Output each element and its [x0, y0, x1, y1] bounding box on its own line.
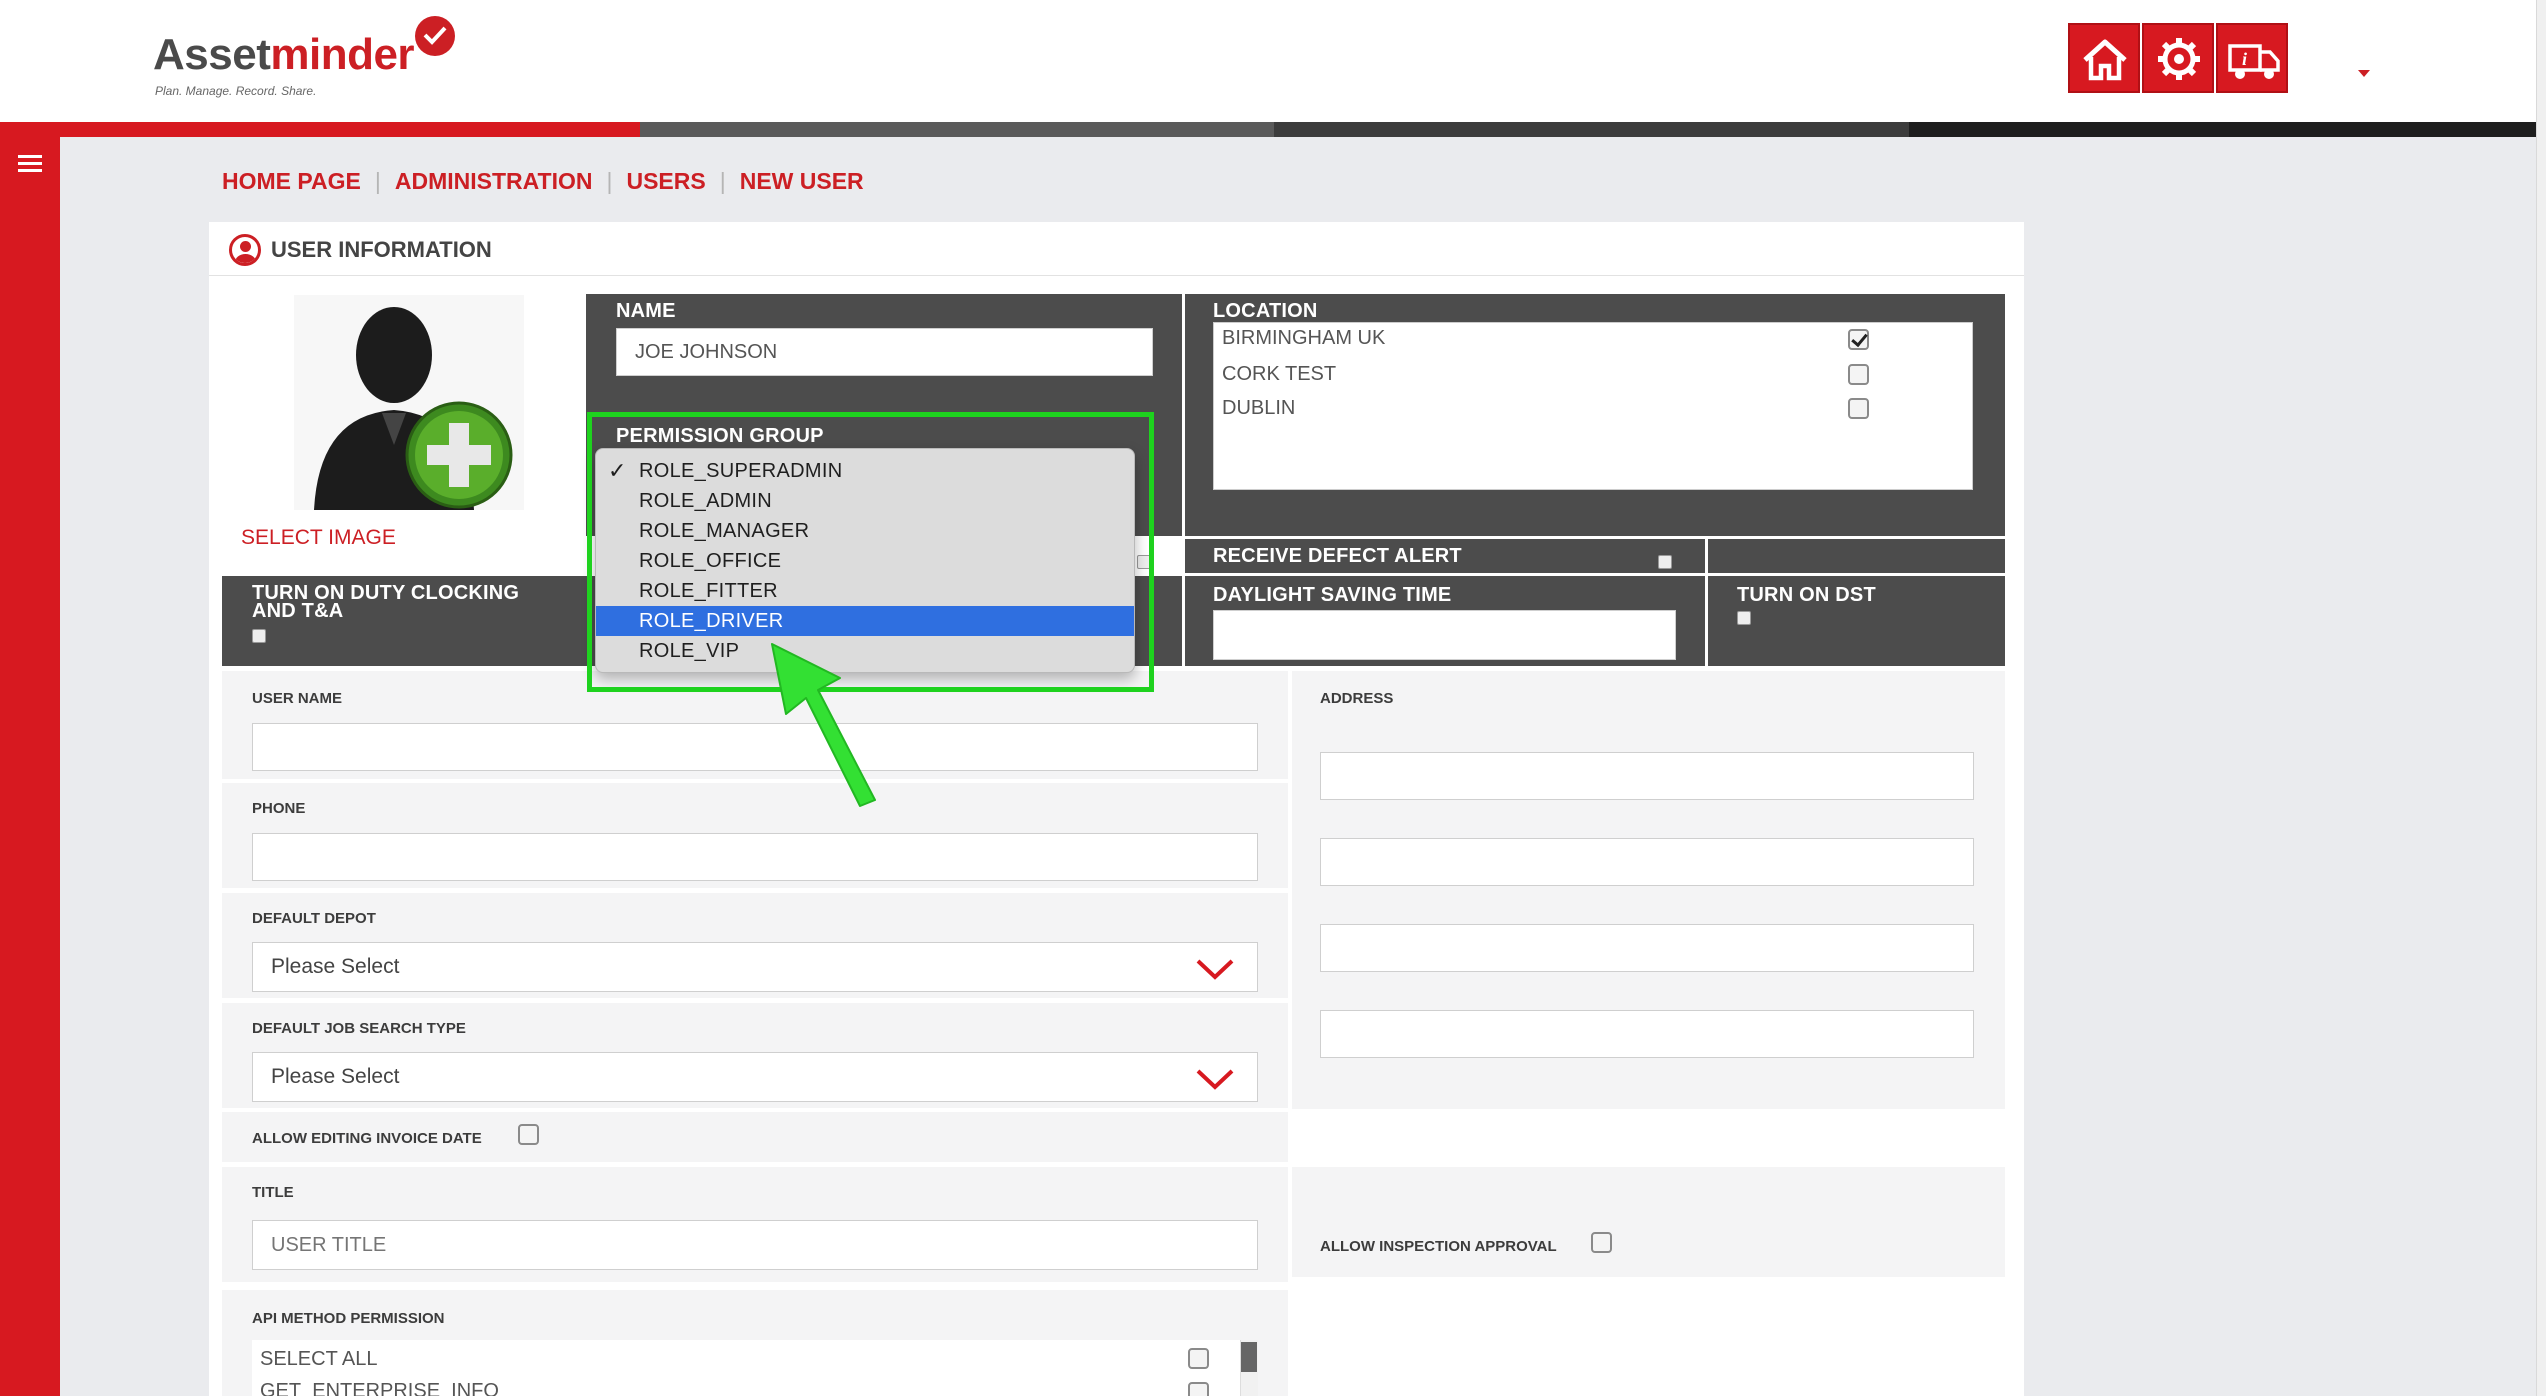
title-input[interactable] [252, 1220, 1258, 1270]
phone-input[interactable] [252, 833, 1258, 881]
location-dublin-checkbox[interactable] [1848, 398, 1869, 419]
location-cork-checkbox[interactable] [1848, 364, 1869, 385]
avatar-upload[interactable] [224, 295, 581, 510]
home-icon [2083, 39, 2127, 81]
breadcrumb-home[interactable]: HOME PAGE [222, 168, 361, 195]
location-birmingham-checkbox[interactable] [1848, 329, 1869, 350]
location-item: DUBLIN [1222, 397, 1296, 419]
select-image-link[interactable]: SELECT IMAGE [241, 526, 396, 550]
user-avatar-add-icon [294, 295, 524, 510]
logo-wordmark: Assetminder [153, 30, 415, 79]
default-job-search-type-label: DEFAULT JOB SEARCH TYPE [252, 1020, 466, 1037]
allow-inspection-approval-row [1292, 1167, 2005, 1277]
location-label: LOCATION [1213, 300, 1318, 322]
default-job-search-type-value: Please Select [271, 1065, 400, 1088]
name-input[interactable]: JOE JOHNSON [616, 328, 1153, 376]
default-depot-label: DEFAULT DEPOT [252, 910, 376, 927]
address-line-3-input[interactable] [1320, 924, 1974, 972]
vehicle-info-button[interactable]: i [2216, 23, 2288, 93]
allow-inspection-approval-checkbox[interactable] [1591, 1232, 1612, 1253]
progress-segment-grey [640, 122, 1274, 137]
location-list: BIRMINGHAM UK CORK TEST DUBLIN [1213, 322, 1973, 490]
api-method-permission-label: API METHOD PERMISSION [252, 1310, 445, 1327]
logo-check-icon [415, 16, 455, 56]
default-depot-select[interactable]: Please Select [252, 942, 1258, 992]
address-label: ADDRESS [1320, 690, 1394, 707]
breadcrumb-new-user[interactable]: NEW USER [740, 168, 864, 195]
api-select-all-checkbox[interactable] [1188, 1348, 1209, 1369]
progress-segment-red [0, 122, 640, 137]
vehicle-info-icon: i [2228, 44, 2280, 79]
allow-inspection-approval-label: ALLOW INSPECTION APPROVAL [1320, 1238, 1557, 1255]
progress-segment-darkgrey [1274, 122, 1909, 137]
daylight-saving-input[interactable] [1213, 610, 1676, 660]
panel-header: USER INFORMATION [209, 222, 2024, 276]
hamburger-menu-icon[interactable] [18, 155, 42, 173]
api-get-enterprise-info-checkbox[interactable] [1188, 1382, 1209, 1396]
allow-editing-invoice-date-label: ALLOW EDITING INVOICE DATE [252, 1130, 482, 1147]
panel-title: USER INFORMATION [271, 237, 492, 262]
breadcrumb-administration[interactable]: ADMINISTRATION [395, 168, 593, 195]
api-list-scroll-thumb[interactable] [1241, 1342, 1257, 1372]
assetminder-logo[interactable]: Assetminder Plan. Manage. Record. Share. [153, 16, 483, 102]
location-item: CORK TEST [1222, 363, 1337, 385]
api-method-item: SELECT ALL [260, 1348, 378, 1370]
user-circle-icon [229, 234, 261, 266]
receive-defect-alert-checkbox[interactable] [1658, 555, 1672, 569]
location-item: BIRMINGHAM UK [1222, 327, 1386, 349]
turn-on-dst-label: TURN ON DST [1737, 584, 1876, 606]
turn-on-dst-checkbox[interactable] [1737, 611, 1751, 625]
breadcrumb-users[interactable]: USERS [626, 168, 705, 195]
name-label: NAME [616, 300, 676, 322]
annotation-arrow-icon [771, 643, 876, 807]
daylight-saving-label: DAYLIGHT SAVING TIME [1213, 584, 1452, 606]
svg-text:i: i [2242, 49, 2247, 69]
home-button[interactable] [2068, 23, 2140, 93]
breadcrumb-separator: | [374, 168, 381, 194]
breadcrumb: HOME PAGE | ADMINISTRATION | USERS | NEW… [222, 168, 864, 195]
chevron-down-icon [1196, 959, 1234, 980]
user-name-label: USER NAME [252, 690, 343, 707]
default-job-search-type-select[interactable]: Please Select [252, 1052, 1258, 1102]
user-name-input[interactable] [252, 723, 1258, 771]
breadcrumb-separator: | [606, 168, 613, 194]
chevron-down-icon [1196, 1069, 1234, 1090]
title-label: TITLE [252, 1184, 294, 1201]
duty-clocking-checkbox[interactable] [252, 629, 266, 643]
default-depot-value: Please Select [271, 955, 400, 978]
api-method-list: SELECT ALL GET_ENTERPRISE_INFO [252, 1340, 1248, 1396]
phone-label: PHONE [252, 800, 306, 817]
duty-clocking-label: TURN ON DUTY CLOCKING AND T&A [252, 582, 520, 622]
address-line-4-input[interactable] [1320, 1010, 1974, 1058]
breadcrumb-separator: | [719, 168, 726, 194]
top-bar: Assetminder Plan. Manage. Record. Share.… [0, 0, 2546, 122]
user-menu-caret-icon[interactable] [2358, 70, 2370, 77]
settings-gear-icon [2158, 38, 2200, 80]
page-scrollbar[interactable] [2536, 0, 2546, 1396]
address-line-1-input[interactable] [1320, 752, 1974, 800]
side-rail [0, 137, 60, 1396]
settings-button[interactable] [2142, 23, 2214, 93]
receive-defect-alert-label: RECEIVE DEFECT ALERT [1213, 545, 1462, 567]
progress-segment-black [1909, 122, 2536, 137]
allow-editing-invoice-date-checkbox[interactable] [518, 1124, 539, 1145]
empty-block [1708, 539, 2005, 573]
api-method-item: GET_ENTERPRISE_INFO [260, 1380, 499, 1396]
address-line-2-input[interactable] [1320, 838, 1974, 886]
logo-tagline: Plan. Manage. Record. Share. [155, 84, 317, 98]
